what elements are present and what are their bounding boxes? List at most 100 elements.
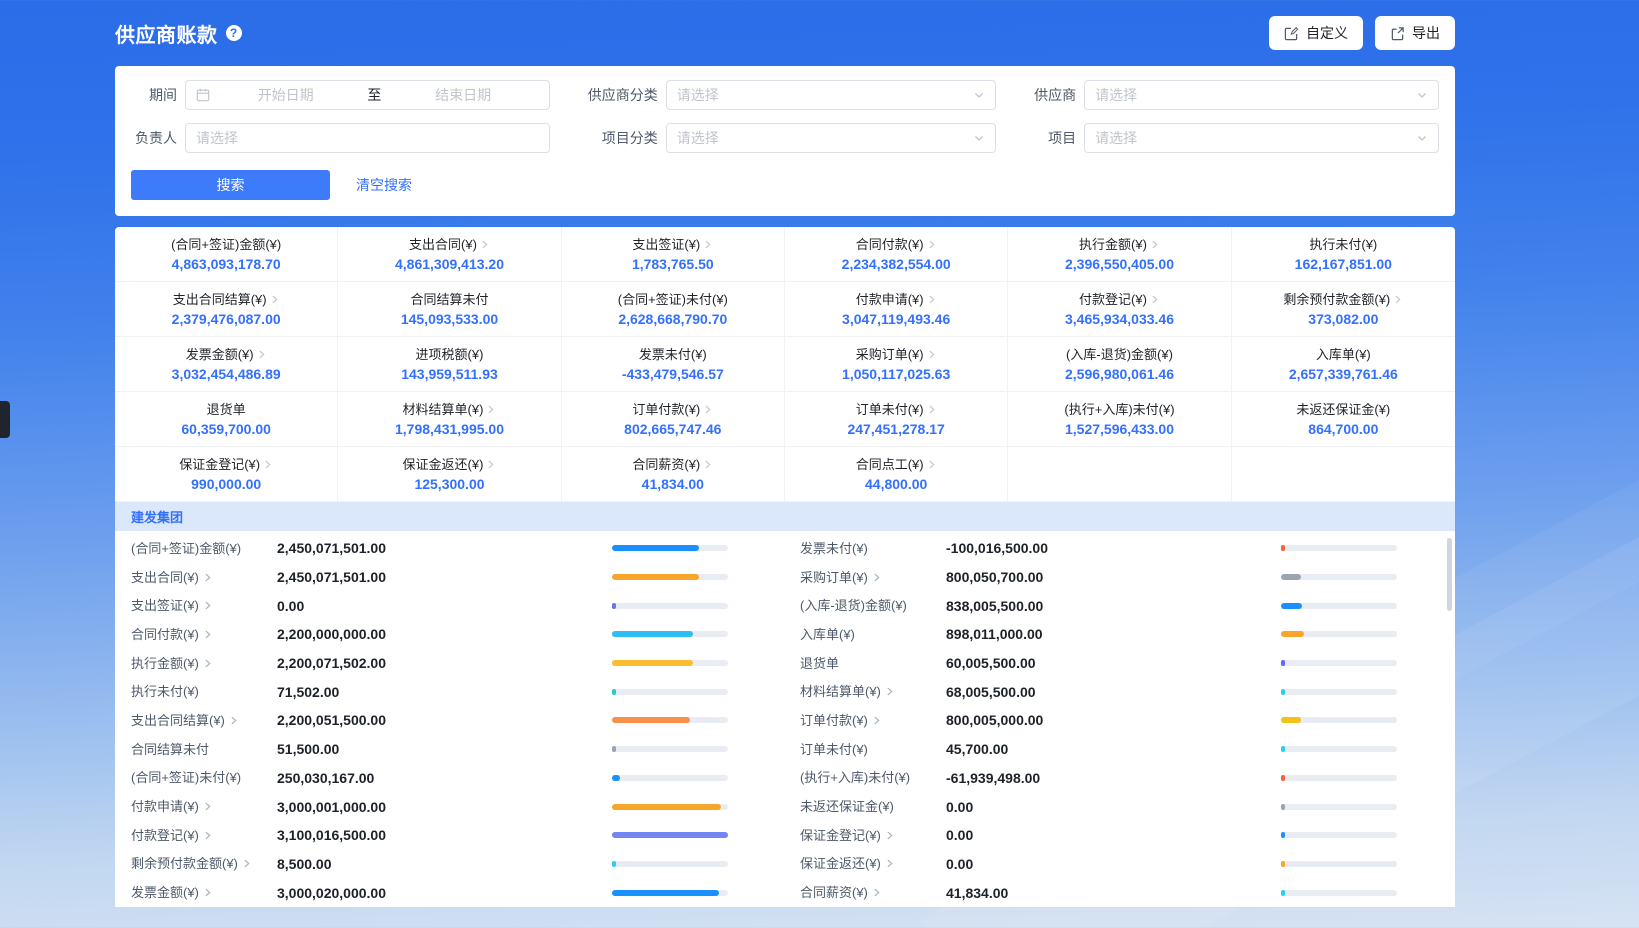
summary-cell: 入库单(¥)2,657,339,761.46 — [1232, 337, 1455, 392]
summary-cell[interactable]: 合同薪资(¥)41,834.00 — [562, 447, 785, 502]
summary-cell-label: 执行未付(¥) — [1309, 238, 1377, 251]
summary-cell-value: 4,861,309,413.20 — [395, 257, 504, 271]
chevron-right-icon — [702, 404, 713, 415]
summary-cell-label: 退货单 — [207, 403, 246, 416]
search-button[interactable]: 搜索 — [131, 170, 330, 200]
summary-cell-value: 1,783,765.50 — [632, 257, 714, 271]
metric-label-text: 发票金额(¥) — [131, 886, 199, 899]
metric-label-link[interactable]: 执行金额(¥) — [131, 657, 277, 670]
page-header: 供应商账款 ? 自定义 导出 — [115, 0, 1455, 66]
summary-cell[interactable]: 保证金返还(¥)125,300.00 — [338, 447, 561, 502]
summary-cell[interactable]: 支出签证(¥)1,783,765.50 — [562, 227, 785, 282]
metric-label-link[interactable]: 订单付款(¥) — [800, 714, 946, 727]
summary-cell-value: 143,959,511.93 — [401, 367, 498, 381]
summary-cell[interactable]: 订单付款(¥)802,665,747.46 — [562, 392, 785, 447]
metric-label-link[interactable]: 付款申请(¥) — [131, 800, 277, 813]
side-drawer-handle[interactable] — [0, 401, 10, 438]
group-name-link[interactable]: 建发集团 — [131, 507, 183, 526]
export-button-label: 导出 — [1412, 23, 1440, 43]
help-icon[interactable]: ? — [226, 25, 242, 41]
metric-value: 3,000,001,000.00 — [277, 800, 386, 814]
chevron-right-icon — [202, 572, 213, 583]
chevron-right-icon — [202, 600, 213, 611]
export-button[interactable]: 导出 — [1375, 16, 1455, 50]
manager-select[interactable]: 请选择 — [185, 123, 550, 153]
summary-cell[interactable]: 剩余预付款金额(¥)373,082.00 — [1232, 282, 1455, 337]
clear-search-link[interactable]: 清空搜索 — [356, 175, 412, 195]
chevron-right-icon — [884, 830, 895, 841]
customize-button[interactable]: 自定义 — [1269, 16, 1363, 50]
metric-progress-fill — [612, 861, 616, 867]
metric-progress-fill — [612, 746, 616, 752]
metric-value: 800,050,700.00 — [946, 570, 1043, 584]
metric-label-link[interactable]: 付款登记(¥) — [131, 829, 277, 842]
metric-progress-bar — [1281, 832, 1397, 838]
metric-progress-fill — [1281, 775, 1285, 781]
metric-label-link[interactable]: 支出合同(¥) — [131, 571, 277, 584]
metric-label: 订单未付(¥) — [800, 743, 946, 756]
metric-row: 发票金额(¥)3,000,020,000.00 — [131, 878, 728, 907]
metric-label-text: 采购订单(¥) — [800, 571, 868, 584]
end-date-placeholder[interactable]: 结束日期 — [387, 85, 538, 105]
metric-row: 订单付款(¥)800,005,000.00 — [800, 706, 1397, 735]
summary-cell[interactable]: 发票金额(¥)3,032,454,486.89 — [115, 337, 338, 392]
start-date-placeholder[interactable]: 开始日期 — [210, 85, 361, 105]
summary-cell[interactable]: 支出合同结算(¥)2,379,476,087.00 — [115, 282, 338, 337]
metric-label: (执行+入库)未付(¥) — [800, 771, 946, 784]
metric-value: 3,100,016,500.00 — [277, 828, 386, 842]
summary-cell[interactable]: 付款申请(¥)3,047,119,493.46 — [785, 282, 1008, 337]
chevron-right-icon — [241, 858, 252, 869]
metric-label-link[interactable]: 采购订单(¥) — [800, 571, 946, 584]
metric-label-text: (合同+签证)金额(¥) — [131, 542, 241, 555]
metric-value: 41,834.00 — [946, 886, 1008, 900]
summary-cell[interactable]: 保证金登记(¥)990,000.00 — [115, 447, 338, 502]
metric-row: 合同薪资(¥)41,834.00 — [800, 878, 1397, 907]
summary-cell: (执行+入库)未付(¥)1,527,596,433.00 — [1008, 392, 1231, 447]
summary-cell-label: 支出合同结算(¥) — [173, 293, 267, 306]
summary-cell[interactable]: 合同点工(¥)44,800.00 — [785, 447, 1008, 502]
summary-cell[interactable]: 材料结算单(¥)1,798,431,995.00 — [338, 392, 561, 447]
metric-label-link[interactable]: 支出合同结算(¥) — [131, 714, 277, 727]
metric-label-link[interactable]: 保证金返还(¥) — [800, 857, 946, 870]
chevron-right-icon — [262, 459, 273, 470]
summary-cell-value: 3,465,934,033.46 — [1065, 312, 1174, 326]
metric-label: 合同结算未付 — [131, 743, 277, 756]
metric-row: 入库单(¥)898,011,000.00 — [800, 620, 1397, 649]
summary-cell[interactable]: 支出合同(¥)4,861,309,413.20 — [338, 227, 561, 282]
metric-row: 执行金额(¥)2,200,071,502.00 — [131, 649, 728, 678]
summary-cell[interactable]: 合同付款(¥)2,234,382,554.00 — [785, 227, 1008, 282]
edit-icon — [1284, 26, 1299, 41]
metric-label-link[interactable]: 材料结算单(¥) — [800, 685, 946, 698]
metric-label-link[interactable]: 合同薪资(¥) — [800, 886, 946, 899]
summary-cell-empty — [1008, 447, 1231, 502]
metric-label-link[interactable]: 剩余预付款金额(¥) — [131, 857, 277, 870]
metric-progress-bar — [1281, 890, 1397, 896]
project-category-select[interactable]: 请选择 — [666, 123, 996, 153]
metric-row: (执行+入库)未付(¥)-61,939,498.00 — [800, 764, 1397, 793]
date-range-input[interactable]: 开始日期 至 结束日期 — [185, 80, 550, 110]
metric-label-link[interactable]: 合同付款(¥) — [131, 628, 277, 641]
metric-label-text: 付款申请(¥) — [131, 800, 199, 813]
metric-value: 68,005,500.00 — [946, 685, 1036, 699]
summary-cell[interactable]: 订单未付(¥)247,451,278.17 — [785, 392, 1008, 447]
supplier-category-select[interactable]: 请选择 — [666, 80, 996, 110]
summary-cell-value: 41,834.00 — [642, 477, 704, 491]
metric-label-link[interactable]: 支出签证(¥) — [131, 599, 277, 612]
metric-label-link[interactable]: 保证金登记(¥) — [800, 829, 946, 842]
scrollbar-thumb[interactable] — [1447, 538, 1452, 611]
filter-panel: 期间 开始日期 至 结束日期 供应商分类 请选择 供应商 请选择 负责人 请选择 — [115, 66, 1455, 216]
summary-cell-label: 发票未付(¥) — [639, 348, 707, 361]
summary-cell: 退货单60,359,700.00 — [115, 392, 338, 447]
metric-label-text: 订单未付(¥) — [800, 743, 868, 756]
metric-progress-bar — [1281, 717, 1397, 723]
summary-cell[interactable]: 执行金额(¥)2,396,550,405.00 — [1008, 227, 1231, 282]
metric-progress-bar — [1281, 631, 1397, 637]
summary-cell[interactable]: 付款登记(¥)3,465,934,033.46 — [1008, 282, 1231, 337]
supplier-select[interactable]: 请选择 — [1084, 80, 1439, 110]
summary-cell-value: 802,665,747.46 — [624, 422, 721, 436]
metric-label-link[interactable]: 发票金额(¥) — [131, 886, 277, 899]
project-select[interactable]: 请选择 — [1084, 123, 1439, 153]
metric-progress-bar — [612, 574, 728, 580]
summary-cell-value: 1,798,431,995.00 — [395, 422, 504, 436]
summary-cell[interactable]: 采购订单(¥)1,050,117,025.63 — [785, 337, 1008, 392]
